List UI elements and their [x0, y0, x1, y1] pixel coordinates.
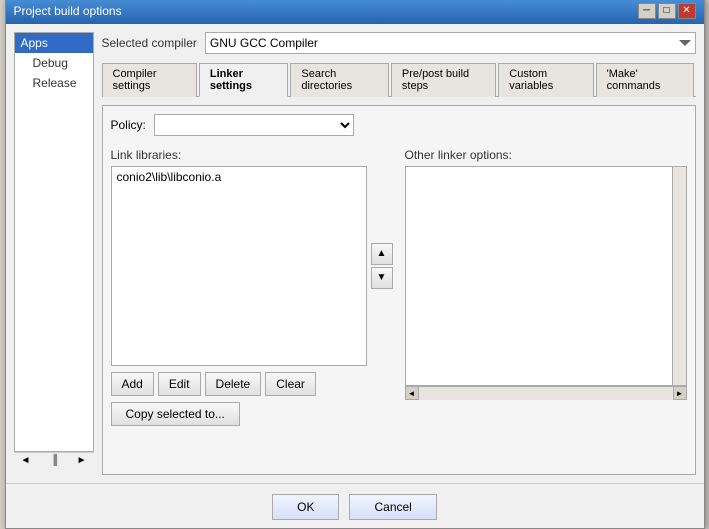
copy-row: Copy selected to... [111, 402, 393, 426]
other-linker-box[interactable] [405, 166, 687, 386]
sidebar-scroll-right[interactable]: ► [74, 455, 90, 466]
window-body: Apps Debug Release ◄ ▐ ► Selected compil… [6, 24, 704, 483]
sidebar-item-apps[interactable]: Apps [15, 33, 93, 53]
content-area: Selected compiler GNU GCC Compiler Compi… [102, 32, 696, 475]
other-linker-section: Other linker options: ◄ ► [405, 148, 687, 426]
maximize-button[interactable]: □ [658, 3, 676, 19]
tab-make-commands[interactable]: 'Make' commands [596, 63, 694, 97]
titlebar: Project build options ─ □ ✕ [6, 0, 704, 24]
window-controls: ─ □ ✕ [638, 3, 696, 19]
sidebar-scroll-left[interactable]: ◄ [18, 455, 34, 466]
compiler-select[interactable]: GNU GCC Compiler [205, 32, 696, 54]
two-col-layout: Link libraries: conio2\lib\libconio.a ▲ … [111, 148, 687, 426]
move-buttons: ▲ ▼ [371, 243, 393, 289]
window-title: Project build options [14, 4, 122, 18]
ok-button[interactable]: OK [272, 494, 339, 520]
tab-linker-settings[interactable]: Linker settings [199, 63, 289, 97]
scroll-right-arrow[interactable]: ► [673, 386, 687, 400]
minimize-button[interactable]: ─ [638, 3, 656, 19]
tab-pre-post-build[interactable]: Pre/post build steps [391, 63, 496, 97]
delete-button[interactable]: Delete [205, 372, 262, 396]
link-libraries-label: Link libraries: [111, 148, 393, 162]
cancel-button[interactable]: Cancel [349, 494, 436, 520]
tab-custom-variables[interactable]: Custom variables [498, 63, 593, 97]
sidebar-scroll-middle: ▐ [50, 455, 57, 466]
move-down-button[interactable]: ▼ [371, 267, 393, 289]
clear-button[interactable]: Clear [265, 372, 316, 396]
policy-label: Policy: [111, 118, 146, 132]
policy-row: Policy: [111, 114, 687, 136]
tab-compiler-settings[interactable]: Compiler settings [102, 63, 197, 97]
library-buttons-row: Add Edit Delete Clear [111, 372, 393, 396]
linker-panel: Policy: Link libraries: conio2\lib\libco… [102, 105, 696, 475]
scroll-left-arrow[interactable]: ◄ [405, 386, 419, 400]
policy-select[interactable] [154, 114, 354, 136]
sidebar-scroll-bar: ◄ ▐ ► [14, 452, 94, 468]
list-item: conio2\lib\libconio.a [114, 169, 364, 185]
tab-search-directories[interactable]: Search directories [290, 63, 389, 97]
copy-selected-button[interactable]: Copy selected to... [111, 402, 240, 426]
tabs-bar: Compiler settings Linker settings Search… [102, 62, 696, 97]
close-button[interactable]: ✕ [678, 3, 696, 19]
footer: OK Cancel [6, 483, 704, 528]
add-button[interactable]: Add [111, 372, 154, 396]
move-up-button[interactable]: ▲ [371, 243, 393, 265]
sidebar-item-debug[interactable]: Debug [15, 53, 93, 73]
compiler-label: Selected compiler [102, 36, 197, 50]
compiler-row: Selected compiler GNU GCC Compiler [102, 32, 696, 54]
link-libraries-section: Link libraries: conio2\lib\libconio.a ▲ … [111, 148, 393, 426]
main-window: Project build options ─ □ ✕ Apps Debug R… [5, 0, 705, 529]
other-linker-vscrollbar[interactable] [672, 167, 686, 385]
other-linker-label: Other linker options: [405, 148, 687, 162]
edit-button[interactable]: Edit [158, 372, 201, 396]
sidebar-item-release[interactable]: Release [15, 73, 93, 93]
link-libs-area: conio2\lib\libconio.a ▲ ▼ [111, 166, 393, 366]
other-linker-hscrollbar[interactable]: ◄ ► [405, 386, 687, 400]
sidebar: Apps Debug Release [14, 32, 94, 452]
link-libraries-list[interactable]: conio2\lib\libconio.a [111, 166, 367, 366]
